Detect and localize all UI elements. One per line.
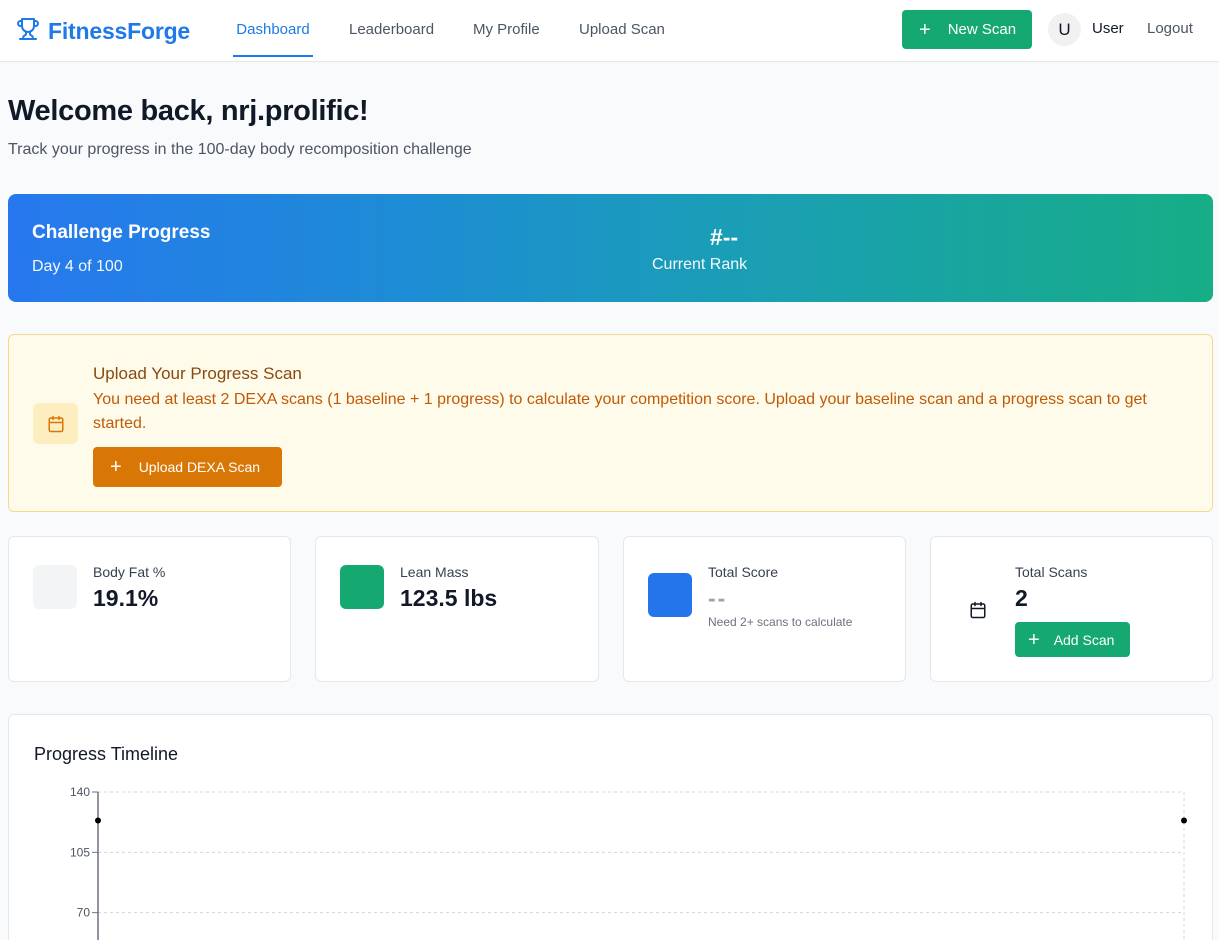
new-scan-button[interactable]: + New Scan [902,10,1032,49]
brand-name: FitnessForge [48,17,191,44]
add-scan-button[interactable]: + Add Scan [1015,622,1130,657]
body-fat-label: Body Fat % [93,564,166,580]
total-score-value: -- [708,585,728,611]
total-scans-card: Total Scans 2 + Add Scan [930,536,1213,682]
plus-icon: + [919,18,931,41]
y-tick-label: 70 [77,906,91,920]
rank-value: #-- [710,224,739,250]
total-score-label: Total Score [708,564,779,580]
total-score-note: Need 2+ scans to calculate [708,615,853,629]
plus-icon: + [1028,628,1040,651]
user-name[interactable]: User [1092,20,1124,37]
data-point [1181,817,1187,824]
nav-tab-my-profile[interactable]: My Profile [473,0,540,57]
lean-mass-label: Lean Mass [400,564,469,580]
nav-tab-upload-scan[interactable]: Upload Scan [579,0,665,57]
y-tick-label: 140 [70,785,90,799]
challenge-day: Day 4 of 100 [32,258,123,275]
y-tick-label: 105 [70,845,90,859]
add-scan-label: Add Scan [1053,631,1115,648]
lean-mass-card: Lean Mass 123.5 lbs [315,536,599,682]
challenge-progress-banner: Challenge Progress Day 4 of 100 #-- Curr… [8,194,1213,302]
brand-logo[interactable]: FitnessForge [16,17,190,45]
page-subtitle: Track your progress in the 100-day body … [8,141,472,158]
upload-dexa-scan-label: Upload DEXA Scan [138,459,261,475]
progress-timeline-chart: 70 105 140 [70,785,1187,940]
upload-dexa-scan-button[interactable]: + Upload DEXA Scan [93,447,282,487]
total-score-card: Total Score -- Need 2+ scans to calculat… [623,536,906,682]
total-scans-value: 2 [1015,585,1028,611]
notice-text: You need at least 2 DEXA scans (1 baseli… [93,391,1147,432]
body-fat-card: Body Fat % 19.1% [8,536,291,682]
page-title: Welcome back, nrj.prolific! [8,95,369,127]
trophy-icon [16,17,40,46]
data-point [95,817,101,824]
avatar[interactable]: U [1048,13,1081,46]
body-fat-value: 19.1% [93,585,159,611]
nav-tab-dashboard[interactable]: Dashboard [233,0,313,57]
new-scan-label: New Scan [947,21,1017,38]
nav-tab-leaderboard[interactable]: Leaderboard [349,0,434,57]
lean-mass-value: 123.5 lbs [400,585,498,611]
plus-icon: + [110,456,122,478]
upload-scan-notice: Upload Your Progress Scan You need at le… [8,334,1213,512]
logout-button[interactable]: Logout [1147,20,1193,37]
rank-label: Current Rank [652,256,748,273]
lean-mass-icon [340,565,384,609]
total-scans-label: Total Scans [1015,564,1088,580]
total-score-icon [648,573,692,617]
progress-timeline-card: Progress Timeline 70 105 140 [8,714,1213,940]
top-nav-bar: FitnessForge Dashboard Leaderboard My Pr… [0,0,1219,62]
body-fat-icon [33,565,77,609]
calendar-icon [969,601,987,624]
challenge-title: Challenge Progress [32,222,211,243]
notice-title: Upload Your Progress Scan [93,364,302,383]
calendar-icon [33,403,78,444]
